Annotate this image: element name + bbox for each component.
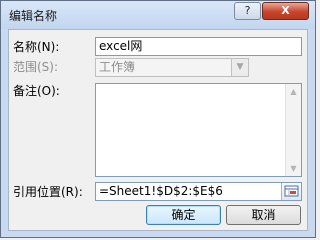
refers-to-input[interactable]: =Sheet1!$D$2:$E$6 bbox=[95, 182, 302, 201]
help-icon: ? bbox=[244, 4, 251, 17]
refers-to-value: =Sheet1!$D$2:$E$6 bbox=[99, 184, 223, 198]
cancel-button[interactable]: 取消 bbox=[226, 205, 301, 225]
close-icon: X bbox=[281, 4, 290, 17]
scope-label: 范围(S): bbox=[13, 60, 59, 74]
dialog-body: 名称(N): excel网 范围(S): 工作簿 ▼ 备注(O): ▲ ▼ 引用… bbox=[8, 29, 308, 231]
refers-to-label: 引用位置(R): bbox=[13, 185, 83, 199]
ok-button[interactable]: 确定 bbox=[146, 205, 221, 225]
collapse-dialog-button[interactable] bbox=[281, 183, 301, 200]
comment-scrollbar[interactable]: ▲ ▼ bbox=[285, 84, 301, 176]
scope-value: 工作簿 bbox=[99, 60, 136, 74]
title-bar[interactable]: 编辑名称 ? X bbox=[1, 1, 315, 29]
scroll-up-icon[interactable]: ▲ bbox=[286, 84, 301, 99]
name-input[interactable]: excel网 bbox=[95, 37, 302, 56]
close-button[interactable]: X bbox=[262, 2, 309, 20]
comment-label: 备注(O): bbox=[13, 84, 60, 98]
help-button[interactable]: ? bbox=[234, 2, 261, 20]
scroll-down-icon[interactable]: ▼ bbox=[286, 161, 301, 176]
collapse-dialog-icon bbox=[284, 185, 299, 197]
chevron-down-icon: ▼ bbox=[231, 59, 248, 76]
name-label: 名称(N): bbox=[13, 40, 60, 54]
comment-textarea[interactable]: ▲ ▼ bbox=[95, 83, 302, 177]
edit-name-dialog: 编辑名称 ? X 名称(N): excel网 范围(S): 工作簿 ▼ 备注(O… bbox=[0, 0, 316, 238]
dialog-title: 编辑名称 bbox=[9, 9, 58, 23]
scope-select[interactable]: 工作簿 ▼ bbox=[95, 58, 249, 77]
